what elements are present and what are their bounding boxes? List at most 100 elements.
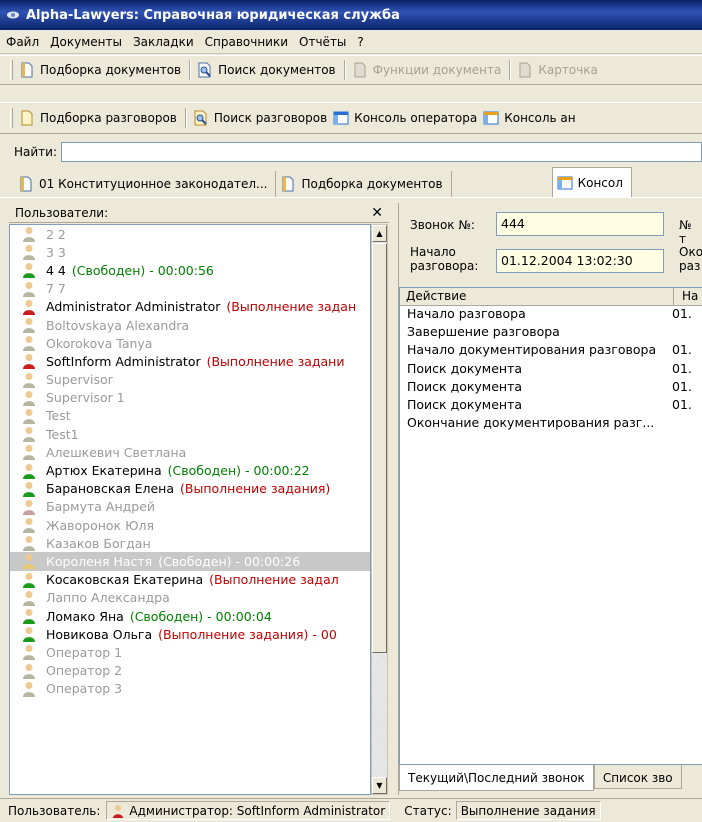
user-icon [23,445,35,461]
user-row[interactable]: Okorokova Tanya [10,334,370,352]
document-search-label: Поиск документов [218,63,336,77]
user-row[interactable]: Ломако Яна (Свободен) - 00:00:04 [10,607,370,625]
menu-file[interactable]: Файл [6,35,39,49]
card-button[interactable]: Карточка [517,62,598,78]
app-logo-icon [7,11,19,19]
user-row[interactable]: Оператор 3 [10,680,370,698]
tab-document-selection[interactable]: Подборка документов [276,171,452,197]
analyst-console-button[interactable]: Консоль ан [483,110,576,126]
user-row[interactable]: Барановская Елена (Выполнение задания) [10,480,370,498]
document-selection-button[interactable]: Подборка документов [19,62,181,78]
user-row[interactable]: Лаппо Александра [10,589,370,607]
conversation-selection-button[interactable]: Подборка разговоров [19,110,177,126]
conversation-search-label: Поиск разговоров [213,111,328,125]
document-search-button[interactable]: Поиск документов [197,62,336,78]
table-header: Действие На [400,288,702,306]
user-row[interactable]: Короленя Настя (Свободен) - 00:00:26 [10,552,370,571]
user-status: (Свободен) - 00:00:22 [167,463,310,479]
window-title: Alpha-Lawyers: Справочная юридическая сл… [26,7,400,23]
user-row[interactable]: 7 7 [10,280,370,298]
user-name: Артюх Екатерина [46,463,162,479]
document-selection-label: Подборка документов [40,63,182,77]
table-row[interactable]: Завершение разговора [400,324,702,342]
user-name: Administrator Administrator [46,299,221,315]
user-row[interactable]: Supervisor [10,371,370,389]
user-row[interactable]: Administrator Administrator (Выполнение з… [10,298,370,316]
user-row[interactable]: Жаворонок Юля [10,516,370,534]
menu-bookmarks[interactable]: Закладки [133,35,194,49]
user-icon [23,245,35,261]
conversation-search-button[interactable]: Поиск разговоров [193,110,327,126]
time-cell: 01. [672,360,692,376]
column-start-time[interactable]: На [674,288,698,305]
user-status: (Выполнение задал [209,572,339,588]
search-conversation-icon [194,110,207,126]
user-row[interactable]: Артюх Екатерина (Свободен) - 00:00:22 [10,461,370,479]
table-row[interactable]: Поиск документа 01. [400,397,702,415]
user-name: Okorokova Tanya [46,335,153,351]
user-row[interactable]: Оператор 2 [10,662,370,680]
users-scrollbar[interactable]: ▲ ▼ [371,224,388,795]
user-row[interactable]: 4 4 (Свободен) - 00:00:56 [10,261,370,279]
user-name: 2 2 [46,226,66,242]
user-row[interactable]: Supervisor 1 [10,389,370,407]
user-name: Оператор 3 [46,681,123,697]
user-row[interactable]: SoftInform Administrator (Выполнение зада… [10,352,370,370]
menu-documents[interactable]: Документы [50,35,122,49]
menu-reference[interactable]: Справочники [205,35,288,49]
menu-reports[interactable]: Отчёты [299,35,346,49]
action-cell: Завершение разговора [407,324,560,340]
action-cell: Начало документирования разговора [407,342,657,358]
document-tab-strip: 01 Конституционное законодател... Подбор… [0,167,702,198]
table-row[interactable]: Поиск документа 01. [400,379,702,397]
tab-current-call[interactable]: Текущий\Последний звонок [399,765,594,791]
table-row[interactable]: Начало документирования разговора 01. [400,342,702,360]
user-icon [23,518,35,534]
status-user-label: Пользователь: [8,803,101,818]
scroll-up-button[interactable]: ▲ [372,225,387,242]
user-icon [23,627,35,643]
tab-operator-console[interactable]: Консол [551,167,632,197]
toolbar-grip[interactable] [10,108,13,128]
table-row[interactable]: Окончание документирования разг... [400,415,702,433]
user-name: Оператор 2 [46,663,123,679]
user-row[interactable]: Test [10,407,370,425]
user-row[interactable]: Новикова Ольга (Выполнение задания) - 00 [10,625,370,643]
operator-console-icon [557,176,573,189]
tab-constitutional-legislation[interactable]: 01 Конституционное законодател... [14,171,277,197]
document-functions-button[interactable]: Функции документа [352,62,501,78]
user-icon [23,427,35,443]
user-row[interactable]: Алешкевич Светлана [10,443,370,461]
user-row[interactable]: Boltovskaya Alexandra [10,316,370,334]
user-row[interactable]: Бармута Андрей [10,498,370,516]
menu-help[interactable]: ? [357,35,363,49]
conversation-start-field[interactable]: 01.12.2004 13:02:30 [496,249,664,273]
users-list[interactable]: 2 23 34 4 (Свободен) - 00:00:56 7 7 Adminis… [9,224,371,795]
table-row[interactable]: Начало разговора 01. [400,306,702,324]
user-icon [23,336,35,352]
table-row[interactable]: Поиск документа 01. [400,361,702,379]
toolbar-grip[interactable] [10,60,13,80]
user-name: 7 7 [46,281,66,297]
operator-console-button[interactable]: Консоль оператора [333,110,477,126]
scroll-down-button[interactable]: ▼ [372,777,387,794]
user-row[interactable]: 3 3 [10,243,370,261]
user-row[interactable]: Оператор 1 [10,643,370,661]
user-row[interactable]: Test1 [10,425,370,443]
scroll-thumb[interactable] [372,243,387,653]
call-actions-table[interactable]: Действие На Начало разговора 01. Завершени… [399,287,702,765]
user-row[interactable]: 2 2 [10,225,370,243]
close-icon[interactable]: ✕ [371,205,383,221]
user-icon [23,281,35,297]
user-row[interactable]: Казаков Богдан [10,534,370,552]
operator-console-icon [333,111,349,125]
call-number-field[interactable]: 444 [496,212,664,236]
search-document-icon [198,62,211,78]
tab-label: Консол [577,175,623,190]
tab-call-list[interactable]: Список зво [593,765,682,789]
user-icon [23,590,35,606]
user-row[interactable]: Косаковская Екатерина (Выполнение задал [10,571,370,589]
find-input[interactable] [61,142,702,162]
column-action[interactable]: Действие [400,288,674,305]
user-name: 4 4 [46,262,66,278]
